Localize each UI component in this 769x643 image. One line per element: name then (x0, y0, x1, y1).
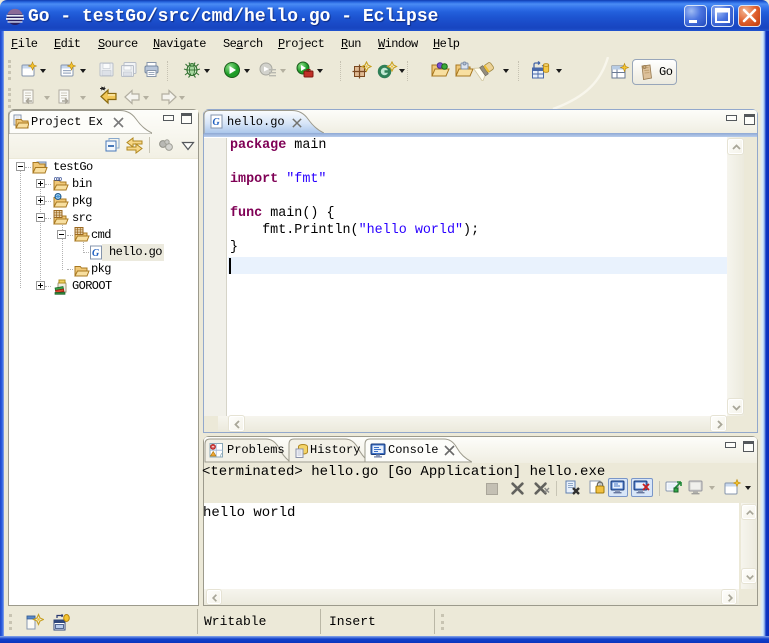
svg-text:G: G (213, 117, 221, 128)
svg-text:010: 010 (54, 177, 62, 183)
